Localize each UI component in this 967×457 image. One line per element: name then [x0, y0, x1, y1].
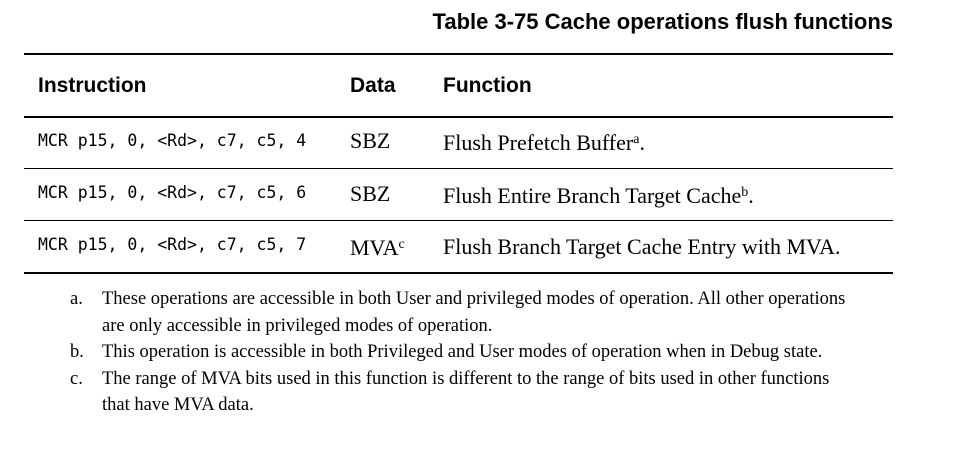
- footnote-text: This operation is accessible in both Pri…: [102, 342, 823, 362]
- footnote: a. These operations are accessible in bo…: [70, 286, 860, 339]
- cell-function-end: .: [748, 183, 754, 208]
- cell-function-text: Flush Entire Branch Target Cache: [443, 183, 742, 208]
- cell-instruction: MCR p15, 0, <Rd>, c7, c5, 6: [38, 183, 307, 202]
- cell-function-end: .: [639, 130, 645, 155]
- cell-data-text: SBZ: [350, 128, 391, 153]
- cell-function-text: Flush Prefetch Buffer: [443, 130, 634, 155]
- cell-data: MVAc: [350, 234, 405, 262]
- table-bottom-rule: [24, 272, 893, 274]
- header-data: Data: [350, 74, 396, 97]
- table-title: Table 3-75 Cache operations flush functi…: [432, 9, 893, 34]
- cell-function-text: Flush Branch Target Cache Entry with MVA…: [443, 234, 841, 259]
- cell-function: Flush Prefetch Buffera.: [443, 129, 645, 157]
- header-instruction: Instruction: [38, 74, 147, 97]
- table-top-rule: [24, 53, 893, 55]
- footnote-mark: c.: [70, 368, 83, 389]
- cell-function: Flush Branch Target Cache Entry with MVA…: [443, 233, 840, 261]
- cell-instruction: MCR p15, 0, <Rd>, c7, c5, 7: [38, 235, 307, 254]
- footnote-mark: a.: [70, 289, 83, 309]
- cell-data: SBZ: [350, 127, 390, 155]
- footnote: c. The range of MVA bits used in this fu…: [70, 366, 860, 419]
- cell-function: Flush Entire Branch Target Cacheb.: [443, 182, 754, 210]
- header-function: Function: [443, 74, 532, 97]
- footnote-text: These operations are accessible in both …: [102, 289, 846, 336]
- cell-data-text: MVA: [350, 235, 399, 260]
- header-rule: [24, 116, 893, 118]
- footnote-ref: c: [398, 237, 405, 252]
- cell-instruction: MCR p15, 0, <Rd>, c7, c5, 4: [38, 131, 307, 150]
- cell-data: SBZ: [350, 180, 390, 208]
- footnote-mark: b.: [70, 342, 84, 362]
- footnote-text: The range of MVA bits used in this funct…: [102, 368, 830, 416]
- footnotes: a. These operations are accessible in bo…: [70, 286, 860, 419]
- cell-data-text: SBZ: [350, 181, 391, 206]
- row-divider: [24, 220, 893, 221]
- row-divider: [24, 168, 893, 169]
- footnote: b. This operation is accessible in both …: [70, 339, 860, 366]
